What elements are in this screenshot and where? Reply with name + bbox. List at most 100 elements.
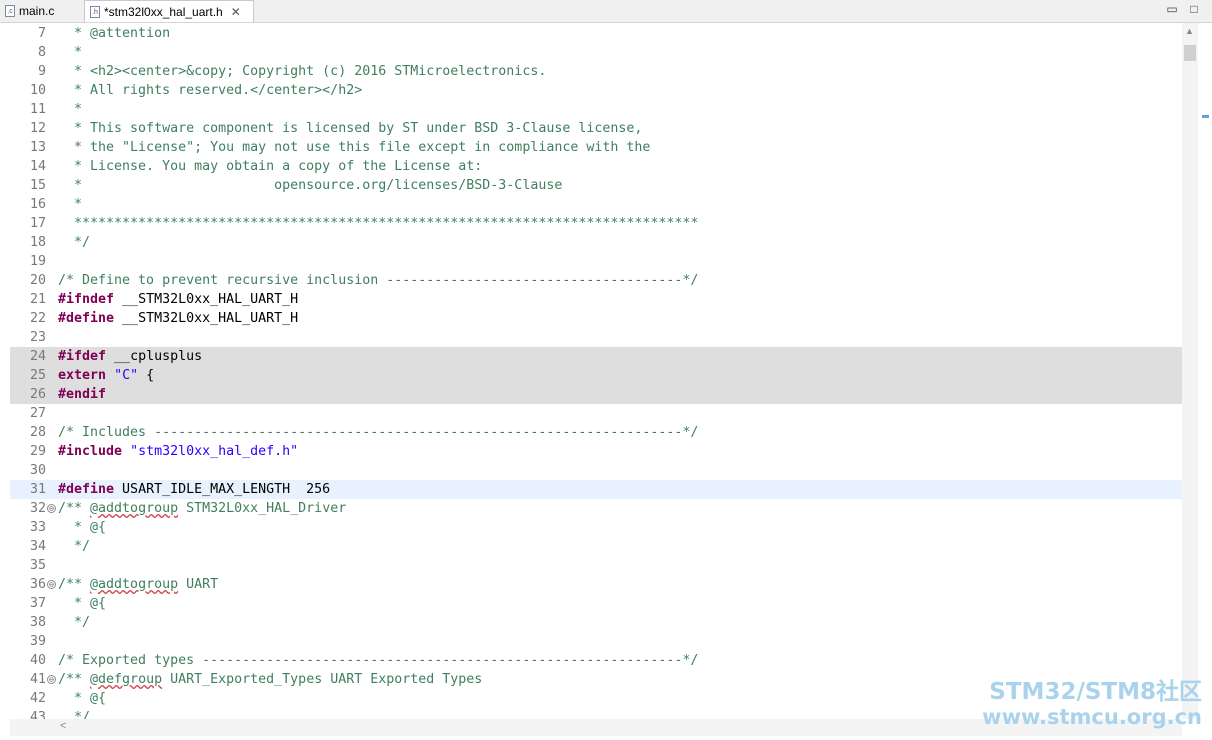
code-token: UART	[178, 577, 219, 592]
tab-label: *stm32l0xx_hal_uart.h	[104, 4, 223, 19]
code-line[interactable]: 40 /* Exported types --------------------…	[10, 651, 1182, 670]
code-token: *	[58, 197, 83, 212]
code-text: * This software component is licensed by…	[58, 119, 642, 138]
code-text: * @{	[58, 689, 106, 708]
code-line[interactable]: 17 *************************************…	[10, 214, 1182, 233]
code-text: * opensource.org/licenses/BSD-3-Clause	[58, 176, 562, 195]
code-line[interactable]: 32 ⊖/** @addtogroup STM32L0xx_HAL_Driver	[10, 499, 1182, 518]
code-line[interactable]: 29 #include "stm32l0xx_hal_def.h"	[10, 442, 1182, 461]
minimize-icon[interactable]: ▭	[1165, 2, 1179, 16]
tab-stm32l0xx-hal-uart-h[interactable]: .h *stm32l0xx_hal_uart.h ✕	[84, 0, 254, 22]
overview-ruler[interactable]	[1198, 23, 1212, 719]
fold-toggle-icon[interactable]: ⊖	[47, 580, 56, 589]
line-number: 17	[29, 216, 46, 231]
vertical-scrollbar[interactable]: ▲	[1182, 23, 1198, 719]
code-token: @addtogroup	[90, 501, 179, 516]
code-token: #endif	[58, 387, 107, 402]
code-line[interactable]: 38 */	[10, 613, 1182, 632]
editor-tab-bar: .c main.c .h *stm32l0xx_hal_uart.h ✕ ▭ □	[0, 0, 1212, 23]
line-number: 28	[29, 425, 46, 440]
code-token: */	[58, 539, 91, 554]
watermark-line1: STM32/STM8社区	[989, 679, 1202, 705]
code-text: /* Define to prevent recursive inclusion…	[58, 271, 698, 290]
code-text: /** @addtogroup UART	[58, 575, 218, 594]
code-text: ****************************************…	[58, 214, 698, 233]
code-editor[interactable]: 7 * @attention 8 * 9 * <h2><center>&copy; …	[10, 23, 1182, 719]
code-line[interactable]: 21 #ifndef __STM32L0xx_HAL_UART_H	[10, 290, 1182, 309]
code-line[interactable]: 10 * All rights reserved.</center></h2>	[10, 81, 1182, 100]
maximize-icon[interactable]: □	[1187, 2, 1201, 16]
code-text: #ifndef __STM32L0xx_HAL_UART_H	[58, 290, 298, 309]
code-line[interactable]: 14 * License. You may obtain a copy of t…	[10, 157, 1182, 176]
code-line[interactable]: 24 #ifdef __cplusplus	[10, 347, 1182, 366]
code-line[interactable]: 20 /* Define to prevent recursive inclusi…	[10, 271, 1182, 290]
line-number: 27	[29, 406, 46, 421]
code-text: #ifdef __cplusplus	[58, 347, 202, 366]
code-line[interactable]: 30	[10, 461, 1182, 480]
code-line[interactable]: 16 *	[10, 195, 1182, 214]
line-number: 15	[29, 178, 46, 193]
line-number: 38	[29, 615, 46, 630]
line-number: 30	[29, 463, 46, 478]
code-line[interactable]: 23	[10, 328, 1182, 347]
code-text: #define __STM32L0xx_HAL_UART_H	[58, 309, 298, 328]
code-token: #define	[58, 482, 115, 497]
code-line[interactable]: 22 #define __STM32L0xx_HAL_UART_H	[10, 309, 1182, 328]
code-line[interactable]: 13 * the "License"; You may not use this…	[10, 138, 1182, 157]
code-line[interactable]: 33 * @{	[10, 518, 1182, 537]
line-number: 22	[29, 311, 46, 326]
line-number: 16	[29, 197, 46, 212]
code-line[interactable]: 8 *	[10, 43, 1182, 62]
code-line[interactable]: 11 *	[10, 100, 1182, 119]
code-line[interactable]: 27	[10, 404, 1182, 423]
line-number: 32	[29, 501, 46, 516]
code-text: * All rights reserved.</center></h2>	[58, 81, 362, 100]
code-line[interactable]: 25 extern "C" {	[10, 366, 1182, 385]
code-line[interactable]: 12 * This software component is licensed…	[10, 119, 1182, 138]
code-line[interactable]: 36 ⊖/** @addtogroup UART	[10, 575, 1182, 594]
line-number: 7	[37, 26, 46, 41]
code-token: * @{	[58, 691, 107, 706]
scroll-thumb[interactable]	[1184, 45, 1196, 61]
code-line[interactable]: 34 */	[10, 537, 1182, 556]
code-line[interactable]: 15 * opensource.org/licenses/BSD-3-Claus…	[10, 176, 1182, 195]
code-line[interactable]: 9 * <h2><center>&copy; Copyright (c) 201…	[10, 62, 1182, 81]
code-token: /**	[58, 501, 91, 516]
code-text: */	[58, 613, 90, 632]
code-line[interactable]: 35	[10, 556, 1182, 575]
tab-label: main.c	[19, 4, 55, 18]
code-line[interactable]: 31 #define USART_IDLE_MAX_LENGTH 256	[10, 480, 1182, 499]
code-line[interactable]: 26 #endif	[10, 385, 1182, 404]
code-line[interactable]: 39	[10, 632, 1182, 651]
code-text: */	[58, 233, 90, 252]
fold-toggle-icon[interactable]: ⊖	[47, 504, 56, 513]
close-icon[interactable]: ✕	[231, 5, 241, 19]
code-token: /* Includes ----------------------------…	[58, 425, 699, 440]
code-token: #ifndef	[58, 292, 115, 307]
code-line[interactable]: 28 /* Includes --------------------------…	[10, 423, 1182, 442]
code-text: */	[58, 708, 90, 719]
code-line[interactable]: 7 * @attention	[10, 24, 1182, 43]
code-token: /**	[58, 672, 91, 687]
code-text: * the "License"; You may not use this fi…	[58, 138, 650, 157]
tab-main-c[interactable]: .c main.c	[0, 0, 80, 22]
line-number: 23	[29, 330, 46, 345]
code-line[interactable]: 19	[10, 252, 1182, 271]
code-text: /** @defgroup UART_Exported_Types UART E…	[58, 670, 482, 689]
scroll-left-icon[interactable]: <	[60, 720, 66, 732]
code-text: *	[58, 100, 82, 119]
line-number: 36	[29, 577, 46, 592]
code-text: * License. You may obtain a copy of the …	[58, 157, 482, 176]
code-text: /* Includes ----------------------------…	[58, 423, 698, 442]
code-line[interactable]: 37 * @{	[10, 594, 1182, 613]
code-token: /* Define to prevent recursive inclusion…	[58, 273, 699, 288]
code-token: */	[58, 615, 91, 630]
line-number: 12	[29, 121, 46, 136]
code-token: */	[58, 235, 91, 250]
overview-marker[interactable]	[1202, 115, 1209, 118]
fold-toggle-icon[interactable]: ⊖	[47, 675, 56, 684]
scroll-up-icon[interactable]: ▲	[1185, 26, 1194, 36]
code-token: /**	[58, 577, 91, 592]
code-line[interactable]: 18 */	[10, 233, 1182, 252]
